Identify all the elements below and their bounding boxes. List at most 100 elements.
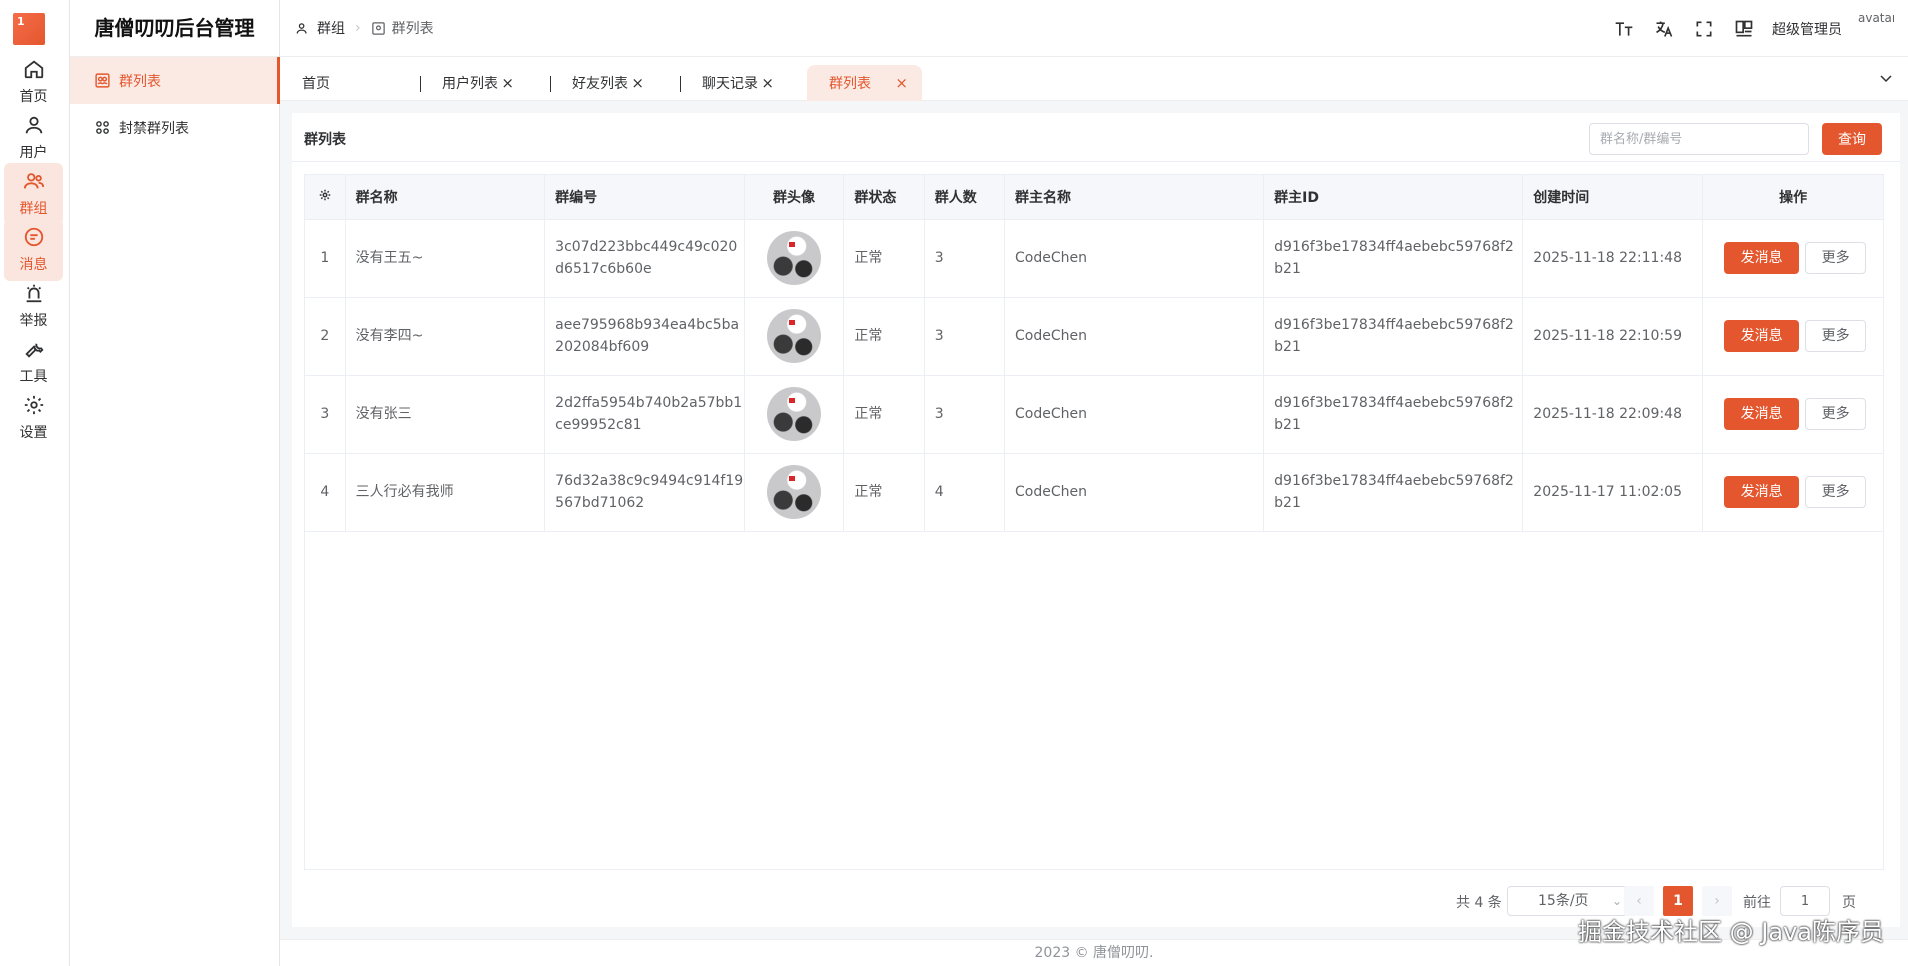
tab-label: 群列表 <box>829 76 871 92</box>
group-list-icon <box>371 21 385 35</box>
more-button[interactable]: 更多 <box>1805 476 1867 508</box>
table-row: 4 三人行必有我师 76d32a38c9c9494c914f19567bd710… <box>305 453 1883 532</box>
translate-icon <box>1656 21 1673 37</box>
group-table: 群名称 群编号 群头像 群状态 群人数 群主名称 群主ID 创建时间 操作 1 <box>304 174 1884 870</box>
layout-button[interactable] <box>1732 17 1756 41</box>
column-header: 群头像 <box>744 175 845 220</box>
tab-group-list[interactable]: 群列表 × <box>807 65 922 101</box>
search-input[interactable] <box>1589 123 1809 155</box>
tab-divider <box>680 76 681 92</box>
rail-item-group[interactable]: 群组 <box>4 163 63 225</box>
table-row: 1 没有王五~ 3c07d223bbc449c49c020d6517c6b60e… <box>305 219 1883 298</box>
fullscreen-button[interactable] <box>1692 17 1716 41</box>
send-message-button[interactable]: 发消息 <box>1724 398 1800 430</box>
table-row: 3 没有张三 2d2ffa5954b740b2a57bb1ce99952c81 … <box>305 375 1883 454</box>
group-no: 3c07d223bbc449c49c020d6517c6b60e <box>544 219 745 298</box>
banned-group-icon <box>96 121 109 134</box>
group-avatar-cell <box>744 375 845 454</box>
column-settings[interactable] <box>305 175 346 220</box>
user-icon <box>25 116 42 134</box>
rail-item-user[interactable]: 用户 <box>4 107 63 169</box>
app-logo: 1 <box>13 13 45 45</box>
column-header: 创建时间 <box>1522 175 1704 220</box>
more-button[interactable]: 更多 <box>1805 398 1867 430</box>
column-header: 群名称 <box>345 175 546 220</box>
owner-id: d916f3be17834ff4aebebc59768f2b21 <box>1263 375 1524 454</box>
group-count: 4 <box>924 453 1006 532</box>
layout-icon <box>1735 20 1753 36</box>
rail-item-report[interactable]: 举报 <box>4 275 63 337</box>
send-message-button[interactable]: 发消息 <box>1724 320 1800 352</box>
row-index: 2 <box>305 297 346 376</box>
owner-id: d916f3be17834ff4aebebc59768f2b21 <box>1263 453 1524 532</box>
group-count: 3 <box>924 375 1006 454</box>
rail-item-tools[interactable]: 工具 <box>4 331 63 393</box>
breadcrumb: 群组 › 群列表 <box>296 18 434 38</box>
group-count: 3 <box>924 297 1006 376</box>
rail-item-message[interactable]: 消息 <box>4 219 63 281</box>
avatar[interactable]: avatar <box>1858 11 1894 47</box>
row-actions: 发消息 更多 <box>1702 375 1883 454</box>
tabs-bar: 首页 用户列表 × 好友列表 × 聊天记录 × 群列表 × <box>280 57 1908 101</box>
card-header: 群列表 查询 <box>292 113 1900 162</box>
gear-icon <box>24 395 43 415</box>
group-no: 2d2ffa5954b740b2a57bb1ce99952c81 <box>544 375 745 454</box>
owner-id: d916f3be17834ff4aebebc59768f2b21 <box>1263 219 1524 298</box>
send-message-button[interactable]: 发消息 <box>1724 242 1800 274</box>
group-list-icon <box>95 73 110 88</box>
rail-item-settings[interactable]: 设置 <box>4 387 63 449</box>
column-header: 群主ID <box>1263 175 1524 220</box>
more-button[interactable]: 更多 <box>1805 242 1867 274</box>
created-time: 2025-11-18 22:11:48 <box>1522 219 1704 298</box>
more-button[interactable]: 更多 <box>1805 320 1867 352</box>
pagination-total: 共 4 条 <box>1456 895 1502 911</box>
group-status: 正常 <box>843 375 925 454</box>
group-avatar-cell <box>744 453 845 532</box>
close-icon[interactable]: × <box>501 74 514 92</box>
group-avatar <box>767 231 822 285</box>
table-row: 2 没有李四~ aee795968b934ea4bc5ba202084bf609… <box>305 297 1883 376</box>
translate-button[interactable] <box>1652 17 1676 41</box>
sub-menu: 唐僧叨叨后台管理 群列表 封禁群列表 <box>70 0 280 966</box>
table-header-row: 群名称 群编号 群头像 群状态 群人数 群主名称 群主ID 创建时间 操作 <box>305 175 1883 220</box>
chevron-down-icon[interactable] <box>1878 70 1894 86</box>
row-actions: 发消息 更多 <box>1702 219 1883 298</box>
font-size-button[interactable] <box>1612 17 1636 41</box>
group-icon <box>296 22 307 34</box>
rail-label: 举报 <box>19 313 48 329</box>
breadcrumb-separator: › <box>355 20 361 36</box>
message-icon <box>24 227 43 247</box>
column-header: 群编号 <box>544 175 745 220</box>
tab-chat-records[interactable]: 聊天记录 × <box>680 65 788 101</box>
submenu-item-banned-groups[interactable]: 封禁群列表 <box>70 104 280 151</box>
tab-divider <box>550 76 551 92</box>
watermark: 掘金技术社区 @ Java陈序员 <box>1578 918 1884 946</box>
breadcrumb-parent[interactable]: 群组 <box>317 18 345 38</box>
column-header: 操作 <box>1702 175 1883 220</box>
owner-name: CodeChen <box>1004 375 1265 454</box>
group-name: 没有张三 <box>345 375 546 454</box>
search-button[interactable]: 查询 <box>1822 123 1882 155</box>
created-time: 2025-11-18 22:10:59 <box>1522 297 1704 376</box>
send-message-button[interactable]: 发消息 <box>1724 476 1800 508</box>
tab-home[interactable]: 首页 <box>280 65 388 101</box>
icon-rail: 1 首页 用户 群组 消息 举报 工具 设置 <box>0 0 70 966</box>
close-icon[interactable]: × <box>895 74 908 92</box>
wrench-icon <box>24 343 43 358</box>
group-icon <box>23 173 44 189</box>
username[interactable]: 超级管理员 <box>1772 19 1842 39</box>
owner-id: d916f3be17834ff4aebebc59768f2b21 <box>1263 297 1524 376</box>
tab-friend-list[interactable]: 好友列表 × <box>550 65 658 101</box>
goto-label: 前往 <box>1743 895 1771 911</box>
submenu-item-group-list[interactable]: 群列表 <box>70 57 280 104</box>
gear-icon <box>319 189 331 200</box>
rail-label: 首页 <box>19 89 48 105</box>
close-icon[interactable]: × <box>631 74 644 92</box>
column-header: 群主名称 <box>1004 175 1265 220</box>
owner-name: CodeChen <box>1004 219 1265 298</box>
tab-label: 用户列表 <box>442 76 498 92</box>
rail-item-home[interactable]: 首页 <box>4 51 63 113</box>
top-header: 群组 › 群列表 超级管理员 avatar <box>280 0 1908 57</box>
tab-user-list[interactable]: 用户列表 × <box>420 65 528 101</box>
close-icon[interactable]: × <box>761 74 774 92</box>
